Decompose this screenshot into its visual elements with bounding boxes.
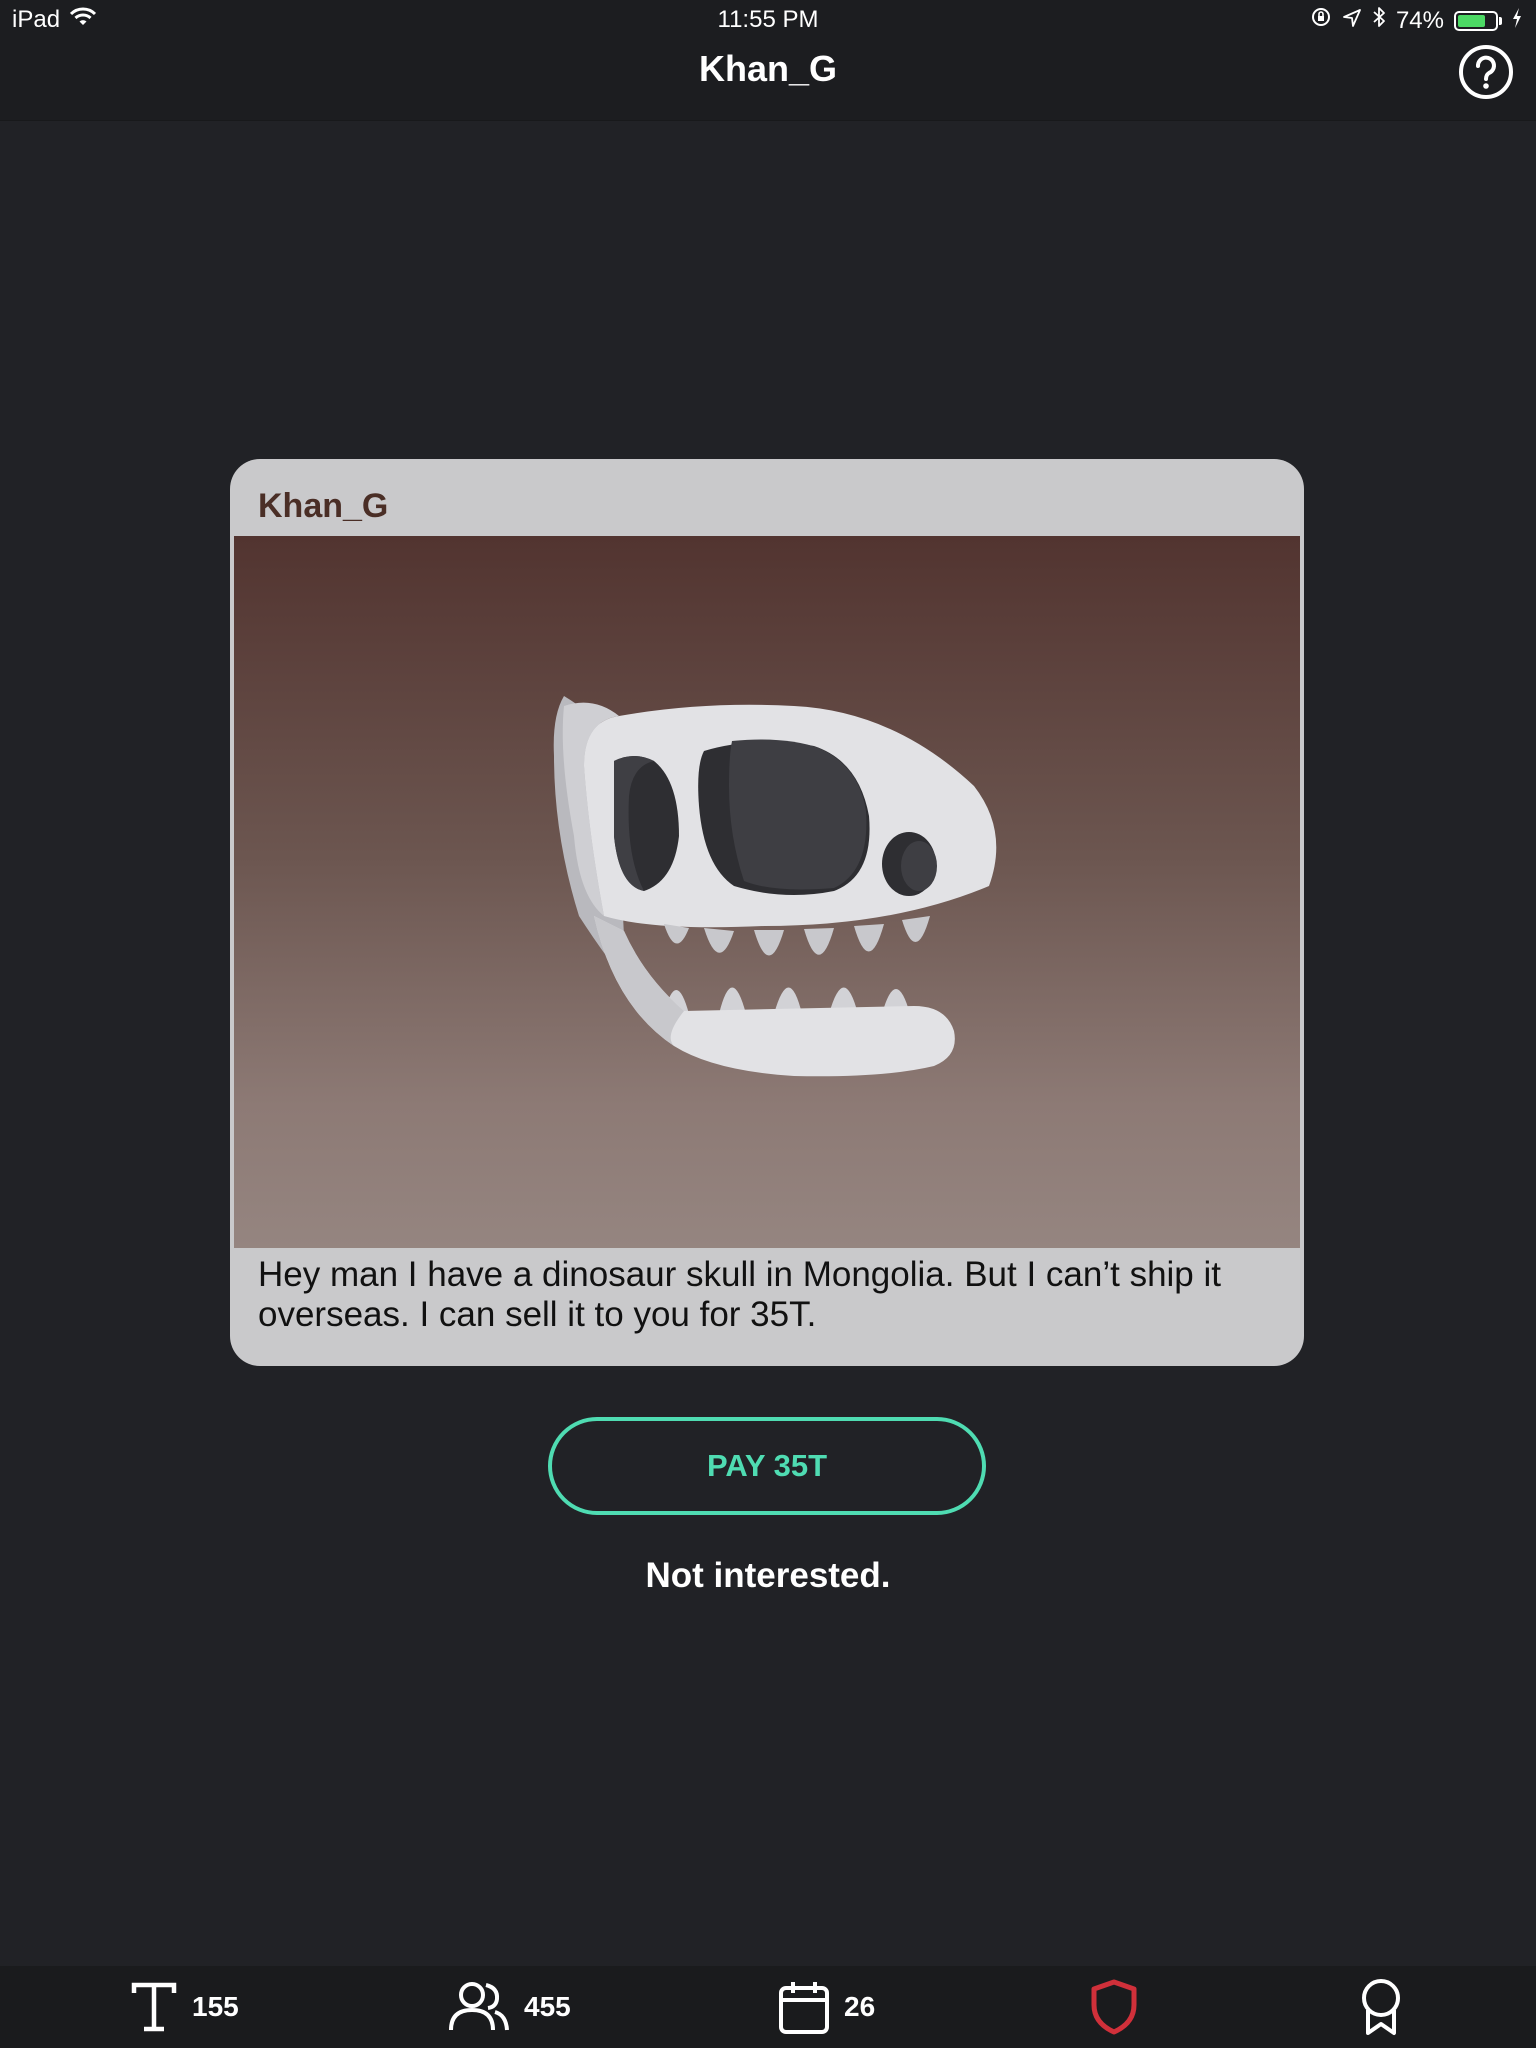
nav-bar: Khan_G — [0, 40, 1536, 121]
battery-icon — [1454, 10, 1502, 31]
calendar-count: 26 — [844, 1991, 876, 2022]
calendar-icon — [779, 1982, 829, 2034]
battery-percent: 74% — [1395, 6, 1444, 34]
charging-bolt-icon — [1512, 7, 1522, 35]
card-message: Hey man I have a dinosaur skull in Mongo… — [258, 1255, 1221, 1334]
tokens-t-icon — [131, 1982, 177, 2032]
tab-tokens[interactable]: 155 — [130, 1966, 239, 2048]
message-card: Khan_G Hey man I have a dinosaur skull i… — [230, 459, 1304, 1366]
people-icon — [449, 1982, 509, 2031]
tab-people[interactable]: 455 — [448, 1966, 571, 2048]
location-arrow-icon — [1342, 7, 1362, 35]
question-circle-icon — [1459, 45, 1513, 99]
tab-awards[interactable] — [1358, 1966, 1404, 2048]
help-button[interactable] — [1458, 44, 1514, 100]
card-image — [234, 536, 1300, 1248]
dinosaur-skull-icon — [553, 696, 997, 1077]
tab-bar: 155 455 26 — [0, 1966, 1536, 2048]
tab-calendar[interactable]: 26 — [778, 1966, 875, 2048]
tab-shield[interactable] — [1090, 1966, 1138, 2048]
people-count: 455 — [524, 1991, 571, 2022]
battery-level — [1458, 14, 1485, 27]
shield-icon — [1091, 1979, 1137, 2035]
status-time: 11:55 PM — [717, 6, 819, 33]
status-bar: iPad 11:55 PM 74% — [0, 0, 1536, 40]
page-title: Khan_G — [698, 48, 838, 89]
not-interested-button[interactable]: Not interested. — [0, 1556, 1536, 1596]
bluetooth-icon — [1372, 6, 1386, 35]
card-sender: Khan_G — [258, 487, 389, 525]
tokens-count: 155 — [192, 1991, 239, 2022]
orientation-lock-icon — [1310, 6, 1332, 35]
award-ribbon-icon — [1362, 1979, 1400, 2035]
pay-button[interactable]: PAY 35T — [548, 1417, 986, 1515]
